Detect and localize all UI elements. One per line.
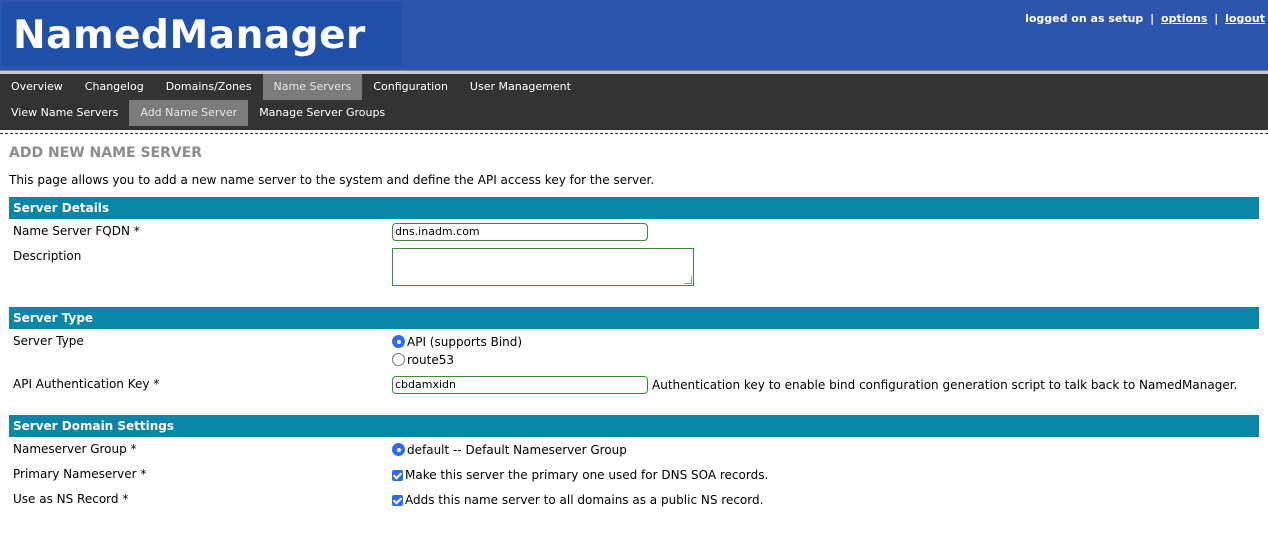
section-title: Server Domain Settings — [9, 415, 1259, 437]
primary-nav: Overview Changelog Domains/Zones Name Se… — [0, 74, 1268, 100]
form-row-server-type: Server Type API (supports Bind) route53 — [9, 329, 1259, 372]
subtab-view-name-servers[interactable]: View Name Servers — [0, 100, 129, 126]
form-row-ns-record: Use as NS Record * Adds this name server… — [9, 487, 1259, 512]
main-content: ADD NEW NAME SERVER This page allows you… — [0, 144, 1268, 512]
description-label: Description — [13, 249, 82, 263]
ns-record-checkbox[interactable] — [392, 495, 403, 506]
section-header-domain-settings: Server Domain Settings — [9, 415, 1259, 437]
section-header-server-type: Server Type — [9, 307, 1259, 329]
radio-option-api[interactable]: API (supports Bind) — [392, 333, 1255, 351]
server-type-label: Server Type — [13, 334, 84, 348]
app-header: NamedManager logged on as setup | option… — [0, 0, 1268, 70]
form-row-api-key: API Authentication Key * cbdamxidn Authen… — [9, 372, 1259, 397]
api-key-input[interactable]: cbdamxidn — [392, 376, 648, 394]
checkbox-option-ns-record[interactable]: Adds this name server to all domains as … — [392, 491, 1255, 509]
navigation: Overview Changelog Domains/Zones Name Se… — [0, 74, 1268, 130]
primary-checkbox[interactable] — [392, 470, 403, 481]
page-intro: This page allows you to add a new name s… — [9, 173, 655, 187]
subtab-manage-server-groups[interactable]: Manage Server Groups — [248, 100, 396, 126]
separator: | — [1150, 12, 1155, 25]
primary-checkbox-label: Make this server the primary one used fo… — [405, 468, 769, 482]
tab-domains-zones[interactable]: Domains/Zones — [155, 74, 263, 100]
radio-route53-label: route53 — [407, 353, 454, 367]
ns-record-label: Use as NS Record * — [13, 492, 129, 506]
radio-api-label: API (supports Bind) — [407, 335, 523, 349]
app-title: NamedManager — [13, 13, 366, 58]
options-link[interactable]: options — [1161, 12, 1207, 25]
logged-on-text: logged on as setup — [1025, 12, 1144, 25]
tab-configuration[interactable]: Configuration — [362, 74, 459, 100]
form-row-nameserver-group: Nameserver Group * default -- Default Na… — [9, 437, 1259, 462]
form-row-description: Description — [9, 244, 1259, 289]
radio-option-default-group[interactable]: default -- Default Nameserver Group — [392, 441, 1255, 459]
tab-user-management[interactable]: User Management — [459, 74, 582, 100]
logout-link[interactable]: logout — [1225, 12, 1265, 25]
section-header-server-details: Server Details — [9, 197, 1259, 219]
resize-grip-icon[interactable] — [684, 276, 692, 284]
radio-api[interactable] — [392, 335, 405, 348]
tab-overview[interactable]: Overview — [0, 74, 74, 100]
api-key-hint: Authentication key to enable bind config… — [652, 377, 1238, 392]
radio-default-group-label: default -- Default Nameserver Group — [407, 443, 627, 457]
description-textarea[interactable] — [392, 248, 694, 286]
separator: | — [1214, 12, 1219, 25]
radio-default-group[interactable] — [392, 443, 405, 456]
nav-divider — [0, 133, 1268, 134]
checkbox-option-primary[interactable]: Make this server the primary one used fo… — [392, 466, 1255, 484]
user-bar: logged on as setup | options | logout — [1025, 12, 1265, 25]
section-title: Server Type — [9, 307, 1259, 329]
radio-option-route53[interactable]: route53 — [392, 351, 1255, 369]
page-title: ADD NEW NAME SERVER — [9, 145, 203, 161]
api-key-label: API Authentication Key * — [13, 377, 160, 391]
tab-changelog[interactable]: Changelog — [74, 74, 155, 100]
section-title: Server Details — [9, 197, 1259, 219]
tab-name-servers[interactable]: Name Servers — [262, 74, 363, 100]
radio-route53[interactable] — [392, 353, 405, 366]
form-row-primary-nameserver: Primary Nameserver * Make this server th… — [9, 462, 1259, 487]
logo: NamedManager — [2, 2, 402, 66]
add-server-form: Server Details Name Server FQDN * dns.in… — [9, 197, 1259, 512]
ns-record-checkbox-label: Adds this name server to all domains as … — [405, 493, 764, 507]
fqdn-input[interactable]: dns.inadm.com — [392, 223, 648, 241]
nameserver-group-label: Nameserver Group * — [13, 442, 137, 456]
form-row-fqdn: Name Server FQDN * dns.inadm.com — [9, 219, 1259, 244]
subtab-add-name-server[interactable]: Add Name Server — [129, 100, 249, 126]
fqdn-label: Name Server FQDN * — [13, 224, 140, 238]
secondary-nav: View Name Servers Add Name Server Manage… — [0, 100, 1268, 126]
primary-nameserver-label: Primary Nameserver * — [13, 467, 147, 481]
